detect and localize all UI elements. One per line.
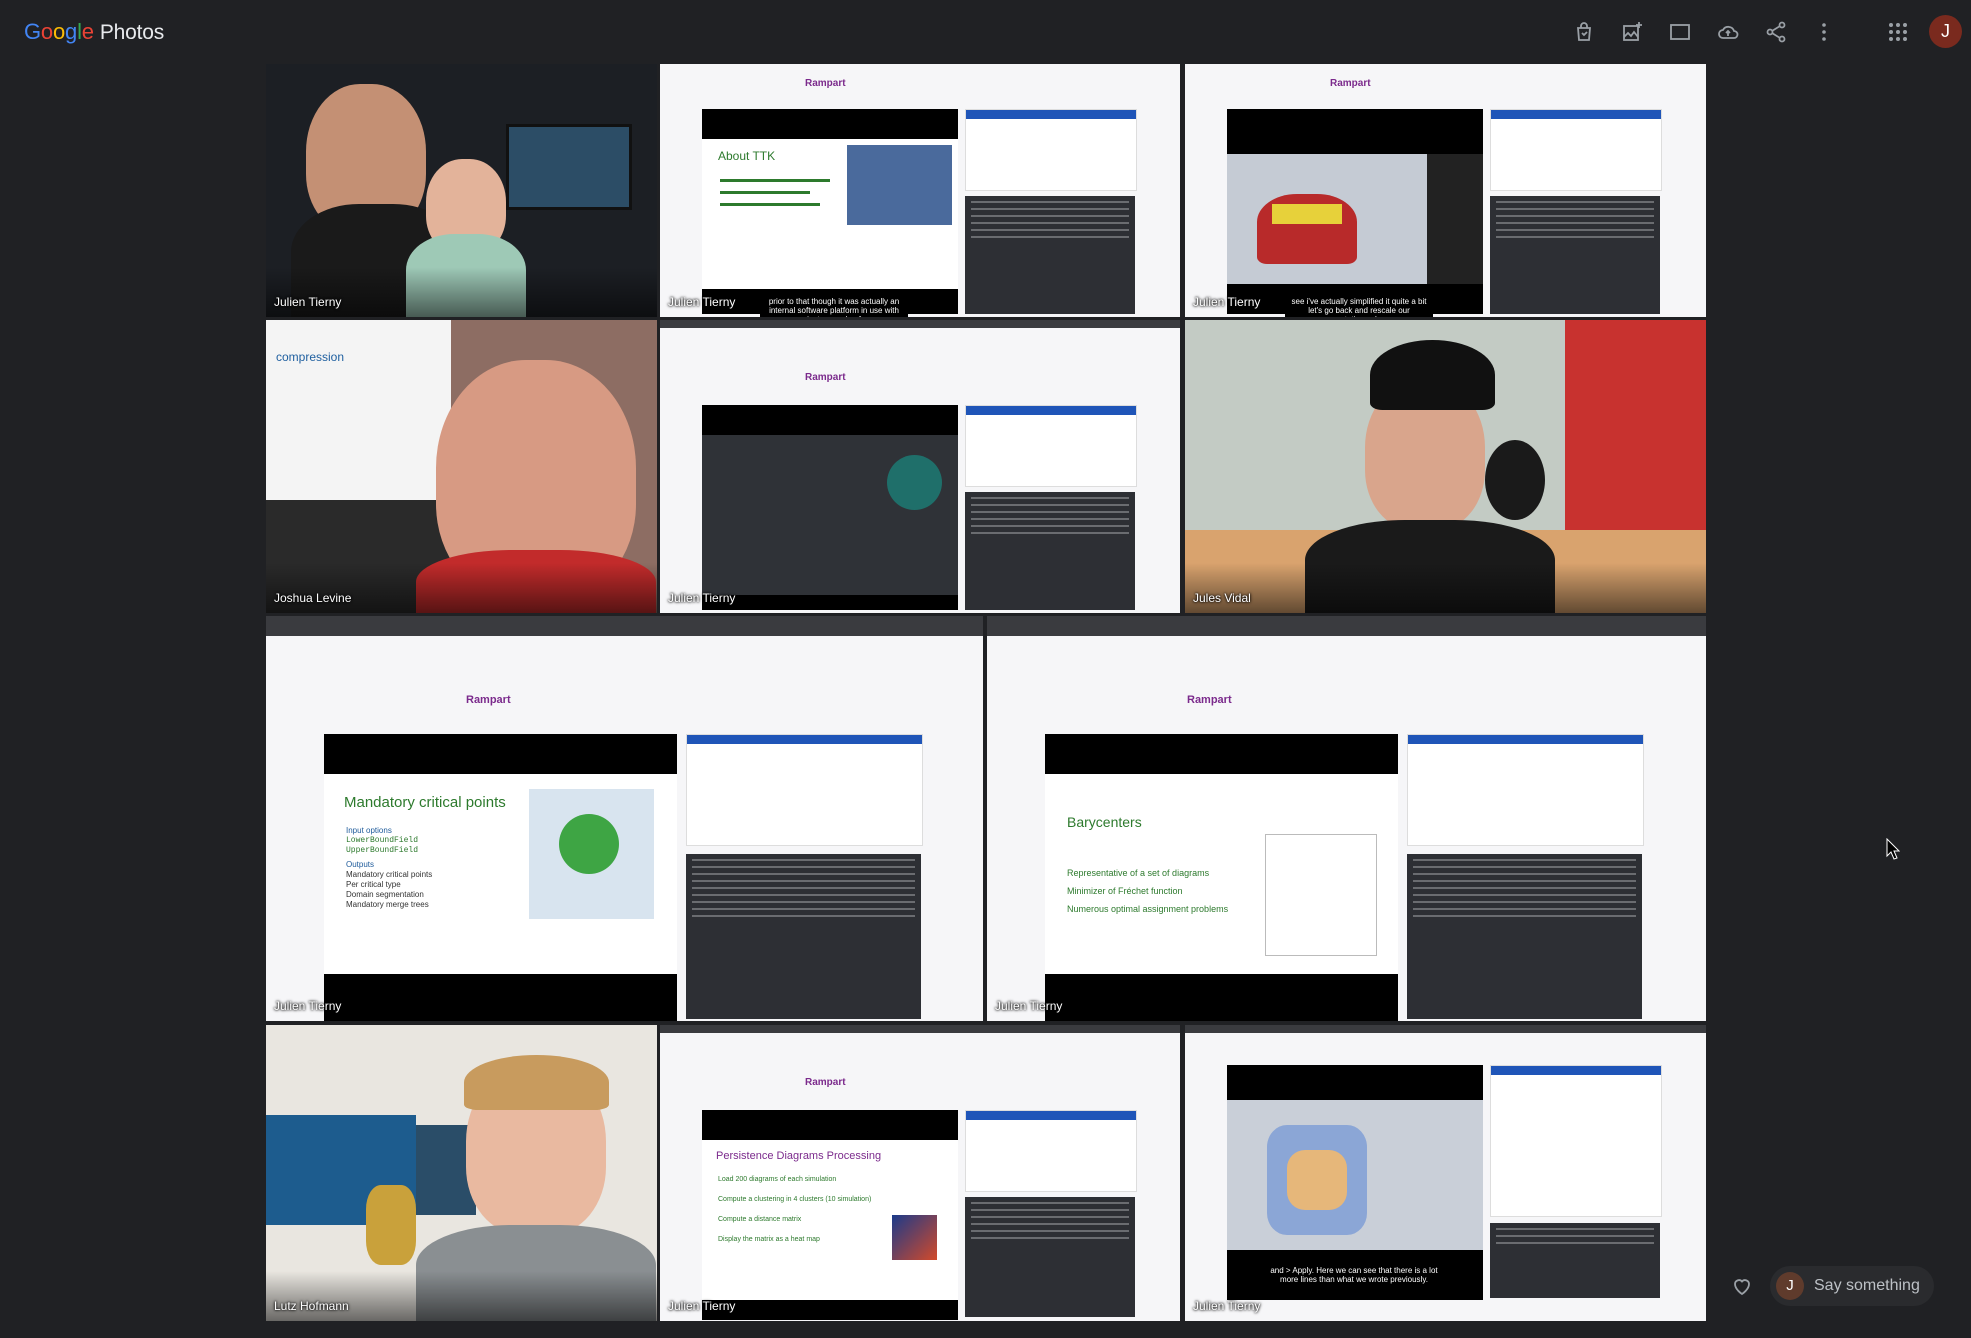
page-title: Rampart: [805, 1077, 846, 1088]
photo-caption: Julien Tierny: [995, 999, 1063, 1013]
page-title: Rampart: [466, 694, 511, 706]
slide-bullet: LowerBoundField: [346, 836, 419, 845]
comment-avatar: J: [1776, 1272, 1804, 1300]
slide-bullet: Compute a clustering in 4 clusters (10 s…: [718, 1196, 872, 1203]
photo-caption: Julien Tierny: [668, 1299, 736, 1313]
slide-bullet: Compute a distance matrix: [718, 1216, 802, 1223]
page-title: Rampart: [1330, 78, 1371, 89]
photo-caption: Julien Tierny: [1193, 295, 1261, 309]
page-title: Rampart: [805, 372, 846, 383]
logo-letter: g: [65, 19, 78, 44]
slide-bullet: Representative of a set of diagrams: [1067, 868, 1210, 878]
collage-photo[interactable]: Julien Tierny: [266, 64, 657, 317]
account-avatar[interactable]: J: [1929, 15, 1962, 48]
collage-photo[interactable]: Rampart About TTK prior to that though i…: [660, 64, 1180, 317]
slide-title: About TTK: [718, 149, 776, 163]
video-subtitle: prior to that though it was actually an …: [760, 296, 908, 317]
collage-photo[interactable]: compression Joshua Levine: [266, 320, 657, 613]
photo-caption: Joshua Levine: [274, 591, 352, 605]
laptop-slide-text: compression: [276, 350, 345, 364]
comment-box[interactable]: J Say something: [1770, 1266, 1934, 1306]
video-subtitle: and > Apply. Here we can see that there …: [1265, 1265, 1443, 1285]
video-subtitle: see i've actually simplified it quite a …: [1285, 296, 1433, 317]
page-title: Rampart: [805, 78, 846, 89]
slide-bullet: Input options: [346, 826, 392, 835]
logo-letter: o: [52, 19, 66, 44]
slide-bullet: Domain segmentation: [346, 890, 424, 899]
slide-title: Persistence Diagrams Processing: [716, 1150, 882, 1162]
slide-bullet: Display the matrix as a heat map: [718, 1236, 820, 1243]
photo-caption: Julien Tierny: [1193, 1299, 1261, 1313]
page-title: Rampart: [1187, 694, 1232, 706]
slide-title: Barycenters: [1067, 814, 1142, 830]
photo-caption: Julien Tierny: [668, 295, 736, 309]
collage-photo[interactable]: Rampart Barycenters Representative of a …: [987, 616, 1706, 1021]
photo-caption: Jules Vidal: [1193, 591, 1251, 605]
slide-bullet: Outputs: [346, 860, 375, 869]
mouse-cursor-icon: [1886, 837, 1901, 860]
logo-letter: o: [40, 19, 53, 44]
photo-caption: Julien Tierny: [668, 591, 736, 605]
top-app-bar: Google Photos J: [0, 0, 1971, 64]
slide-bullet: Mandatory merge trees: [346, 900, 429, 909]
collage-photo[interactable]: Rampart Mandatory critical points Input …: [266, 616, 983, 1021]
photo-caption: Julien Tierny: [274, 999, 342, 1013]
collage-photo[interactable]: Rampart Julien Tierny: [660, 320, 1180, 613]
slide-bullet: UpperBoundField: [346, 846, 419, 855]
slide-bullet: Per critical type: [346, 880, 401, 889]
photo-actions: J Say something: [1730, 1266, 1934, 1306]
slide-bullet: Minimizer of Fréchet function: [1067, 886, 1183, 896]
slideshow-icon[interactable]: [1664, 16, 1696, 48]
add-to-album-icon[interactable]: [1616, 16, 1648, 48]
backup-cloud-icon[interactable]: [1712, 16, 1744, 48]
apps-grid-icon[interactable]: [1882, 16, 1914, 48]
photo-caption: Lutz Hofmann: [274, 1299, 349, 1313]
collage-photo[interactable]: Rampart see i've actually simplified it …: [1185, 64, 1706, 317]
favorite-heart-icon[interactable]: [1730, 1274, 1754, 1298]
collage-photo[interactable]: Rampart Persistence Diagrams Processing …: [660, 1025, 1180, 1321]
logo-product-name: Photos: [99, 21, 164, 44]
google-photos-logo[interactable]: Google Photos: [24, 18, 164, 46]
logo-letter: G: [24, 19, 41, 44]
slide-bullet: Load 200 diagrams of each simulation: [718, 1176, 837, 1183]
slide-title: Mandatory critical points: [344, 794, 506, 811]
logo-letter: e: [81, 19, 94, 44]
share-icon[interactable]: [1760, 16, 1792, 48]
collage-photo[interactable]: Jules Vidal: [1185, 320, 1706, 613]
photo-caption: Julien Tierny: [274, 295, 342, 309]
collage-photo[interactable]: Lutz Hofmann: [266, 1025, 657, 1321]
comment-placeholder: Say something: [1814, 1277, 1920, 1294]
slide-bullet: Numerous optimal assignment problems: [1067, 904, 1229, 914]
slide-bullet: Mandatory critical points: [346, 870, 433, 879]
more-vert-icon[interactable]: [1808, 16, 1840, 48]
collage-photo[interactable]: and > Apply. Here we can see that there …: [1185, 1025, 1706, 1321]
shopping-bag-icon[interactable]: [1568, 16, 1600, 48]
